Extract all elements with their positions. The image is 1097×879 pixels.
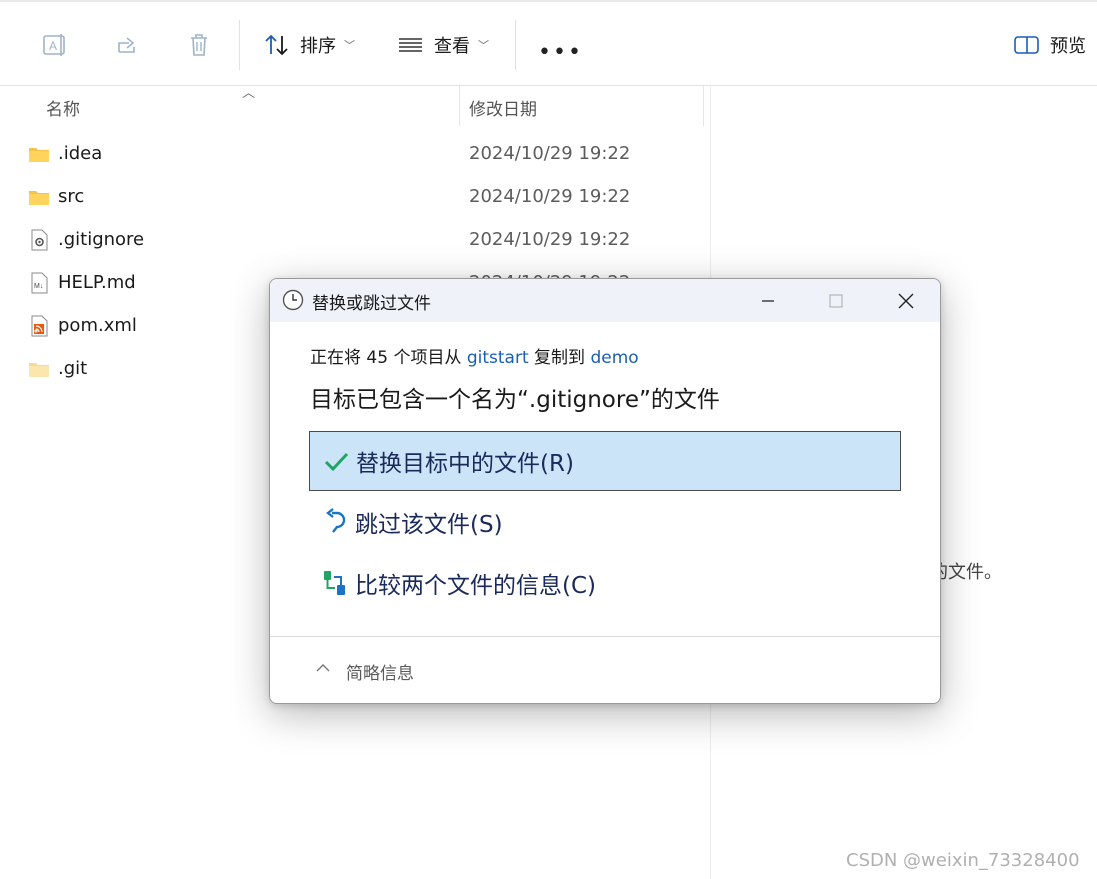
preview-pane-icon xyxy=(1014,36,1039,54)
xml-file-icon xyxy=(31,315,48,337)
watermark: CSDN @weixin_73328400 xyxy=(846,850,1080,871)
progress-prefix: 正在将 45 个项目从 xyxy=(310,348,467,368)
delete-icon[interactable] xyxy=(186,32,212,58)
replace-option-label: 替换目标中的文件(R) xyxy=(356,451,574,477)
file-date: 2024/10/29 19:22 xyxy=(469,186,631,207)
undo-arrow-icon xyxy=(326,508,346,533)
folder-icon xyxy=(29,148,49,162)
source-folder-link[interactable]: gitstart xyxy=(467,348,529,368)
file-date: 2024/10/29 19:22 xyxy=(469,229,631,250)
sort-button[interactable]: 排序 ﹀ xyxy=(264,30,355,60)
toolbar-separator xyxy=(515,20,516,70)
chevron-down-icon: ﹀ xyxy=(344,39,355,52)
fewer-details-button[interactable]: 简略信息 xyxy=(346,659,414,684)
column-header-modified[interactable]: 修改日期 xyxy=(469,95,537,120)
command-bar: A 排序 ﹀ 查看 ﹀ ••• 预览 xyxy=(0,0,1097,86)
sort-ascending-icon: ︿ xyxy=(242,86,256,101)
dialog-title: 替换或跳过文件 xyxy=(312,294,431,314)
svg-text:M↓: M↓ xyxy=(34,283,43,290)
folder-icon xyxy=(29,191,49,205)
skip-option[interactable]: 跳过该文件(S) xyxy=(309,492,901,552)
file-row[interactable]: .gitignore 2024/10/29 19:22 xyxy=(28,225,688,255)
sort-label: 排序 xyxy=(300,36,336,57)
dialog-titlebar[interactable]: 替换或跳过文件 xyxy=(270,279,940,322)
column-header-name[interactable]: 名称 xyxy=(46,95,80,120)
clock-icon xyxy=(282,289,304,311)
file-row[interactable]: src 2024/10/29 19:22 xyxy=(28,182,688,212)
copy-progress-text: 正在将 45 个项目从 gitstart 复制到 demo xyxy=(310,343,639,368)
chevron-down-icon: ﹀ xyxy=(478,39,489,52)
preview-button[interactable]: 预览 xyxy=(1014,32,1086,58)
column-divider[interactable] xyxy=(703,86,704,126)
file-name: src xyxy=(58,186,85,207)
folder-icon xyxy=(29,363,49,377)
close-button[interactable] xyxy=(883,285,929,317)
share-icon[interactable] xyxy=(114,32,140,58)
minimize-icon xyxy=(762,300,774,302)
toolbar-separator xyxy=(239,20,240,70)
file-name: HELP.md xyxy=(58,272,136,293)
file-name: pom.xml xyxy=(58,315,137,336)
view-button[interactable]: 查看 ﹀ xyxy=(398,30,489,60)
replace-or-skip-dialog: 替换或跳过文件 正在将 45 个项目从 gitstart 复制到 demo 目标… xyxy=(269,278,941,704)
minimize-button[interactable] xyxy=(745,285,791,317)
sort-icon xyxy=(265,34,288,56)
view-list-icon xyxy=(399,38,422,52)
file-date: 2024/10/29 19:22 xyxy=(469,143,631,164)
skip-option-label: 跳过该文件(S) xyxy=(355,512,503,538)
settings-file-icon xyxy=(31,229,48,251)
dialog-body: 正在将 45 个项目从 gitstart 复制到 demo 目标已包含一个名为“… xyxy=(270,322,940,636)
column-divider[interactable] xyxy=(459,86,460,126)
svg-text:A: A xyxy=(49,39,57,53)
view-label: 查看 xyxy=(434,36,470,57)
replace-option[interactable]: 替换目标中的文件(R) xyxy=(309,431,901,491)
file-name: .idea xyxy=(58,143,103,164)
destination-folder-link[interactable]: demo xyxy=(590,348,638,368)
close-icon xyxy=(898,293,914,309)
progress-mid: 复制到 xyxy=(528,348,591,368)
compare-option[interactable]: 比较两个文件的信息(C) xyxy=(309,553,901,613)
markdown-file-icon: M↓ xyxy=(31,272,48,294)
file-name: .git xyxy=(58,358,88,379)
maximize-icon xyxy=(829,294,843,308)
dialog-footer: 简略信息 xyxy=(270,636,940,703)
maximize-button xyxy=(813,285,859,317)
checkmark-icon xyxy=(324,452,349,472)
more-options-button[interactable]: ••• xyxy=(538,40,583,65)
conflict-message: 目标已包含一个名为“.gitignore”的文件 xyxy=(310,387,720,413)
compare-option-label: 比较两个文件的信息(C) xyxy=(355,573,597,599)
file-row[interactable]: .idea 2024/10/29 19:22 xyxy=(28,139,688,169)
compare-files-icon xyxy=(324,571,345,595)
preview-label: 预览 xyxy=(1050,36,1086,57)
chevron-up-icon[interactable] xyxy=(314,659,332,677)
rename-icon[interactable]: A xyxy=(42,32,68,58)
file-name: .gitignore xyxy=(58,229,145,250)
